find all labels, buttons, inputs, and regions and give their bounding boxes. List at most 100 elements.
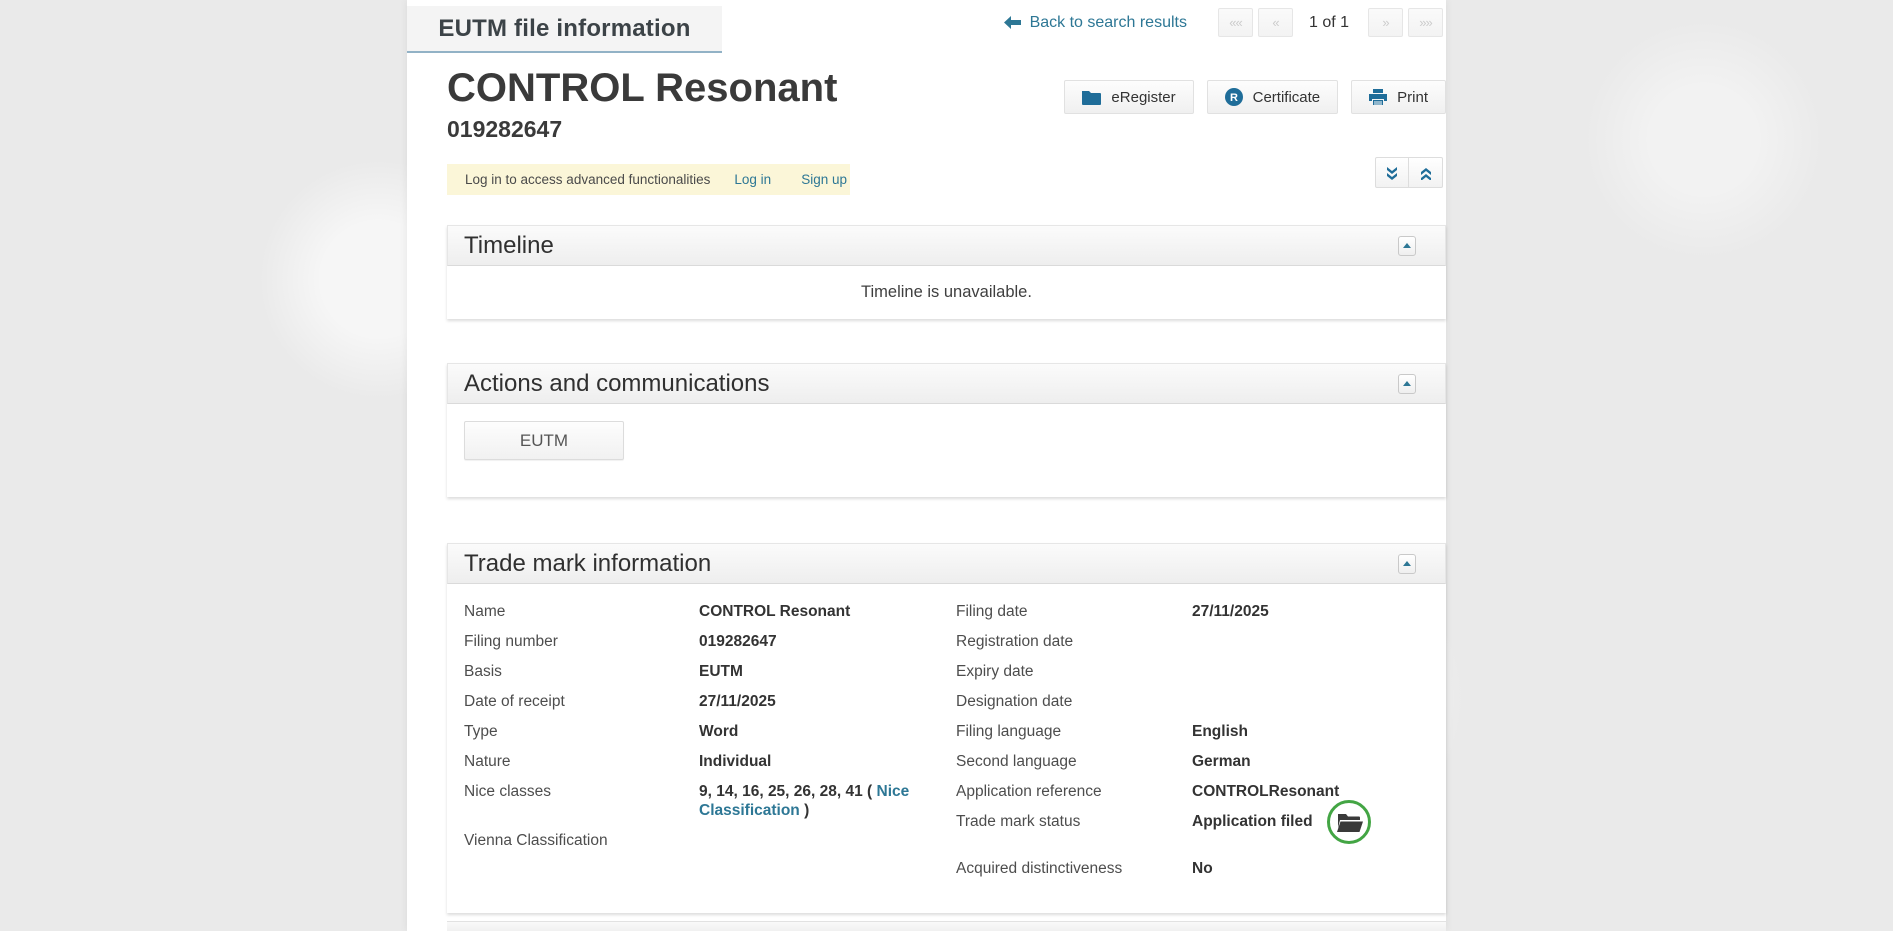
field-row-filing-date: Filing date 27/11/2025 [956, 602, 1446, 621]
field-value: Word [699, 722, 944, 741]
chevron-up-icon [1403, 381, 1411, 386]
timeline-section-body: Timeline is unavailable. [447, 266, 1446, 319]
svg-text:R: R [1230, 92, 1238, 104]
field-row-nature: Nature Individual [447, 752, 956, 771]
log-in-link[interactable]: Log in [734, 172, 771, 187]
trademark-section-title: Trade mark information [448, 550, 711, 578]
pager-prev-icon: « [1272, 15, 1278, 30]
open-folder-status-icon [1327, 800, 1371, 844]
field-value: 019282647 [699, 632, 944, 651]
field-row-vienna-classification: Vienna Classification [447, 831, 956, 850]
print-label: Print [1397, 89, 1428, 106]
certificate-label: Certificate [1253, 89, 1321, 106]
field-label: Basis [447, 662, 699, 681]
field-value: German [1192, 752, 1251, 771]
field-value: Individual [699, 752, 944, 771]
eutm-tab-button[interactable]: EUTM [464, 421, 624, 460]
eregister-label: eRegister [1111, 89, 1175, 106]
pager-position-label: 1 of 1 [1309, 14, 1349, 32]
field-value: 27/11/2025 [699, 692, 944, 711]
field-row-filing-number: Filing number 019282647 [447, 632, 956, 651]
pager-last-button[interactable]: »» [1408, 8, 1443, 37]
expand-all-button[interactable] [1375, 157, 1409, 188]
chevron-up-icon [1403, 561, 1411, 566]
printer-icon [1369, 89, 1387, 105]
back-arrow-icon [1004, 16, 1021, 29]
field-row-name: Name CONTROL Resonant [447, 602, 956, 621]
chevron-up-icon [1403, 243, 1411, 248]
timeline-section: Timeline Timeline is unavailable. [447, 225, 1446, 319]
field-row-expiry-date: Expiry date [956, 662, 1446, 681]
field-row-nice-classes: Nice classes 9, 14, 16, 25, 26, 28, 41 (… [447, 782, 956, 820]
trademark-information-section: Trade mark information Name CONTROL Reso… [447, 543, 1446, 913]
nice-classes-list: 9, 14, 16, 25, 26, 28, 41 ( [699, 783, 877, 800]
field-row-acquired-distinctiveness: Acquired distinctiveness No [956, 859, 1446, 878]
field-value: 9, 14, 16, 25, 26, 28, 41 ( Nice Classif… [699, 782, 944, 820]
field-label: Nice classes [447, 782, 699, 820]
field-row-date-of-receipt: Date of receipt 27/11/2025 [447, 692, 956, 711]
trademark-status-value: Application filed [1192, 813, 1313, 830]
trademark-section-header[interactable]: Trade mark information [447, 543, 1446, 584]
timeline-section-header[interactable]: Timeline [447, 225, 1446, 266]
double-chevron-down-icon [1385, 166, 1399, 180]
field-value: EUTM [699, 662, 944, 681]
trademark-info-left-column: Name CONTROL Resonant Filing number 0192… [447, 602, 956, 889]
actions-section-header[interactable]: Actions and communications [447, 363, 1446, 404]
print-button[interactable]: Print [1351, 80, 1446, 114]
actions-collapse-button[interactable] [1398, 374, 1416, 394]
field-label: Application reference [956, 782, 1192, 801]
field-row-trademark-status: Trade mark status Application filed [956, 812, 1446, 831]
actions-communications-section: Actions and communications EUTM [447, 363, 1446, 497]
login-prompt-message: Log in to access advanced functionalitie… [465, 172, 710, 187]
field-value: English [1192, 722, 1248, 741]
pager-prev-button[interactable]: « [1258, 8, 1293, 37]
field-label: Vienna Classification [447, 831, 699, 850]
action-toolbar: eRegister R Certificate Print [1064, 80, 1446, 114]
field-label: Filing language [956, 722, 1192, 741]
field-row-basis: Basis EUTM [447, 662, 956, 681]
field-label: Type [447, 722, 699, 741]
field-row-registration-date: Registration date [956, 632, 1446, 651]
timeline-empty-message: Timeline is unavailable. [861, 283, 1032, 302]
timeline-collapse-button[interactable] [1398, 236, 1416, 256]
eutm-file-page: { "page": { "tab_title": "EUTM file info… [0, 0, 1893, 931]
nice-classes-suffix: ) [800, 802, 809, 819]
pager-next-button[interactable]: » [1368, 8, 1403, 37]
content-inner: Back to search results «« « 1 of 1 » »» … [407, 0, 1446, 931]
actions-section-body: EUTM [447, 404, 1446, 497]
back-to-search-results-link[interactable]: Back to search results [1004, 14, 1187, 32]
field-row-type: Type Word [447, 722, 956, 741]
double-chevron-up-icon [1419, 166, 1433, 180]
field-label: Name [447, 602, 699, 621]
field-label: Nature [447, 752, 699, 771]
trademark-section-body: Name CONTROL Resonant Filing number 0192… [447, 584, 1446, 913]
field-row-filing-language: Filing language English [956, 722, 1446, 741]
next-section-header-sliver [447, 921, 1446, 931]
field-label: Designation date [956, 692, 1192, 711]
field-row-designation-date: Designation date [956, 692, 1446, 711]
certificate-button[interactable]: R Certificate [1207, 80, 1339, 114]
field-label: Trade mark status [956, 812, 1192, 831]
top-navigation: Back to search results «« « 1 of 1 » »» [1004, 8, 1443, 37]
field-value: Application filed [1192, 812, 1371, 831]
result-pager: «« « 1 of 1 » »» [1213, 8, 1443, 37]
timeline-section-title: Timeline [448, 232, 554, 260]
field-value: CONTROL Resonant [699, 602, 944, 621]
field-label: Filing date [956, 602, 1192, 621]
collapse-all-button[interactable] [1409, 157, 1443, 188]
eregister-button[interactable]: eRegister [1064, 80, 1193, 114]
field-row-application-reference: Application reference CONTROLResonant [956, 782, 1446, 801]
trademark-collapse-button[interactable] [1398, 554, 1416, 574]
folder-icon [1082, 90, 1101, 105]
trademark-info-right-column: Filing date 27/11/2025 Registration date… [956, 602, 1446, 889]
sign-up-link[interactable]: Sign up [801, 172, 847, 187]
pager-first-button[interactable]: «« [1218, 8, 1253, 37]
field-value: 27/11/2025 [1192, 602, 1269, 621]
field-label: Filing number [447, 632, 699, 651]
field-value: CONTROLResonant [1192, 782, 1339, 801]
eutm-tab-label: EUTM [520, 431, 568, 451]
back-link-label: Back to search results [1030, 14, 1187, 32]
field-label: Registration date [956, 632, 1192, 651]
field-value [699, 831, 944, 850]
pager-last-icon: »» [1419, 15, 1431, 30]
